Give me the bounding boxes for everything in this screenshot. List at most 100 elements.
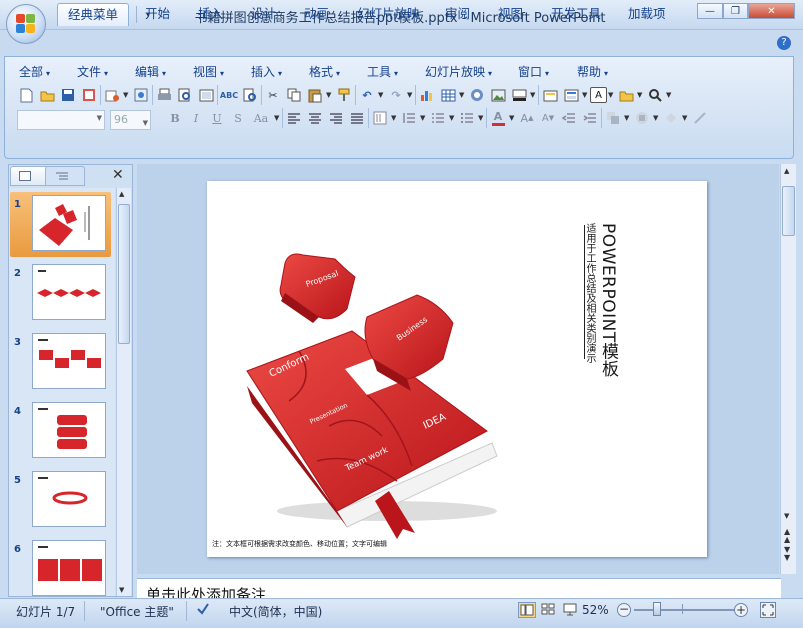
paste-icon[interactable] [305, 85, 325, 105]
normal-view-icon[interactable] [518, 602, 536, 618]
thumbnail-slide-4[interactable] [32, 402, 106, 458]
cut-icon[interactable]: ✂ [263, 85, 283, 105]
tab-addins[interactable]: 加载项 [618, 3, 676, 26]
new-document-icon[interactable] [16, 85, 36, 105]
align-left-icon[interactable] [284, 108, 304, 128]
office-button[interactable] [6, 4, 46, 44]
notes-pane[interactable]: 单击此处添加备注 [137, 578, 781, 598]
scroll-down-icon[interactable]: ▼ [784, 512, 789, 520]
zoom-out-icon[interactable]: − [617, 603, 631, 617]
publish-icon[interactable] [131, 85, 151, 105]
send-email-icon[interactable] [102, 85, 122, 105]
redo-icon[interactable]: ↷ [386, 85, 406, 105]
align-center-icon[interactable] [305, 108, 325, 128]
dropdown-arrow-icon[interactable]: ▼ [123, 91, 130, 99]
thumbnail-slide-6[interactable] [32, 540, 106, 596]
shrink-font-icon[interactable]: A ▼ [538, 108, 558, 128]
menu-file[interactable]: 文件 ▾ [77, 63, 108, 80]
language-indicator[interactable]: 中文(简体，中国) [229, 603, 322, 620]
bullets-icon[interactable] [457, 108, 477, 128]
tab-outline[interactable] [45, 166, 85, 186]
slide-sorter-icon[interactable] [540, 602, 558, 618]
current-slide[interactable]: Proposal Business Conform Presentation I… [207, 181, 707, 557]
notes-placeholder[interactable]: 单击此处添加备注 [146, 584, 266, 598]
scroll-up-icon[interactable]: ▲ [119, 190, 124, 198]
spell-check-icon[interactable] [196, 602, 210, 619]
menu-view[interactable]: 视图 ▾ [193, 63, 224, 80]
italic-button[interactable]: I [186, 108, 206, 128]
tab-animation[interactable]: 动画 [294, 3, 339, 26]
copy-icon[interactable] [284, 85, 304, 105]
previous-slide-icon[interactable]: ▲ ▲ [784, 528, 790, 544]
dropdown-arrow-icon[interactable]: ▼ [326, 91, 333, 99]
dropdown-arrow-icon[interactable]: ▼ [391, 114, 398, 122]
dropdown-arrow-icon[interactable]: ▼ [582, 91, 589, 99]
find-icon[interactable] [645, 85, 665, 105]
dropdown-arrow-icon[interactable]: ▼ [530, 91, 537, 99]
slide-title[interactable]: POWERPOINT模板 [596, 223, 621, 378]
line-spacing-icon[interactable] [399, 108, 419, 128]
thumbnail-slide-5[interactable] [32, 471, 106, 527]
theme-name[interactable]: "Office 主题" [100, 603, 174, 620]
textbox-icon[interactable]: A [590, 87, 607, 103]
align-right-icon[interactable] [326, 108, 346, 128]
minimize-button[interactable]: — [697, 3, 723, 19]
zoom-in-icon[interactable]: + [734, 603, 748, 617]
tab-slideshow[interactable]: 幻灯片放映 [347, 3, 430, 26]
bold-button[interactable]: B [165, 108, 185, 128]
dropdown-arrow-icon[interactable]: ▼ [509, 114, 516, 122]
font-size-combobox[interactable]: 96 ▼ [110, 110, 151, 130]
menu-tools[interactable]: 工具 ▾ [367, 63, 398, 80]
help-icon[interactable]: ? [777, 36, 791, 50]
dropdown-arrow-icon[interactable]: ▼ [624, 114, 631, 122]
zoom-slider-track[interactable] [634, 609, 734, 611]
grow-font-icon[interactable]: A ▲ [517, 108, 537, 128]
tab-insert[interactable]: 插入 [188, 3, 233, 26]
dropdown-arrow-icon[interactable]: ▼ [608, 91, 615, 99]
tab-view[interactable]: 视图 [488, 3, 533, 26]
menu-format[interactable]: 格式 ▾ [309, 63, 340, 80]
tab-classic-menu[interactable]: 经典菜单 [57, 3, 130, 26]
insert-table-icon[interactable] [438, 85, 458, 105]
tab-review[interactable]: 审阅 [435, 3, 480, 26]
dropdown-arrow-icon[interactable]: ▼ [478, 114, 485, 122]
dropdown-arrow-icon[interactable]: ▼ [653, 114, 660, 122]
increase-indent-icon[interactable] [580, 108, 600, 128]
dropdown-arrow-icon[interactable]: ▼ [274, 114, 281, 122]
menu-insert[interactable]: 插入 ▾ [251, 63, 282, 80]
restore-button[interactable]: ❐ [723, 3, 748, 19]
new-slide-icon[interactable] [540, 85, 560, 105]
fit-to-window-icon[interactable] [760, 602, 776, 618]
underline-button[interactable]: U [207, 108, 227, 128]
font-name-combobox[interactable]: ▼ [17, 110, 105, 130]
next-slide-icon[interactable]: ▼ ▼ [784, 546, 790, 562]
quick-styles-icon[interactable] [632, 108, 652, 128]
tab-design[interactable]: 设计 [241, 3, 286, 26]
menu-edit[interactable]: 编辑 ▾ [135, 63, 166, 80]
tab-home[interactable]: 开始 [135, 3, 180, 26]
print-preview-icon[interactable] [175, 85, 195, 105]
dropdown-arrow-icon[interactable]: ▼ [682, 114, 689, 122]
thumbnail-slide-2[interactable] [32, 264, 106, 320]
close-button[interactable]: ✕ [748, 3, 795, 19]
justify-icon[interactable] [347, 108, 367, 128]
spelling-icon[interactable]: ABC [219, 85, 239, 105]
change-case-button[interactable]: Aa [249, 108, 273, 128]
research-icon[interactable] [240, 85, 260, 105]
permission-icon[interactable] [79, 85, 99, 105]
slide-footnote[interactable]: 注：文本框可根据需求改变颜色、移动位置；文字可编辑 [212, 539, 387, 549]
tab-slides[interactable] [10, 166, 50, 186]
zoom-slider-thumb[interactable] [653, 602, 661, 616]
dropdown-arrow-icon[interactable]: ▼ [420, 114, 427, 122]
shadow-button[interactable]: S [228, 108, 248, 128]
open-folder-icon[interactable] [37, 85, 57, 105]
layout-icon[interactable] [561, 85, 581, 105]
dropdown-arrow-icon[interactable]: ▼ [637, 91, 644, 99]
decrease-indent-icon[interactable] [559, 108, 579, 128]
numbering-icon[interactable] [428, 108, 448, 128]
menu-slideshow[interactable]: 幻灯片放映 ▾ [425, 63, 492, 80]
arrange-icon[interactable] [603, 108, 623, 128]
page-setup-icon[interactable] [196, 85, 216, 105]
shape-fill-icon[interactable] [661, 108, 681, 128]
thumbnail-scrollbar[interactable]: ▲ ▼ [116, 188, 131, 596]
